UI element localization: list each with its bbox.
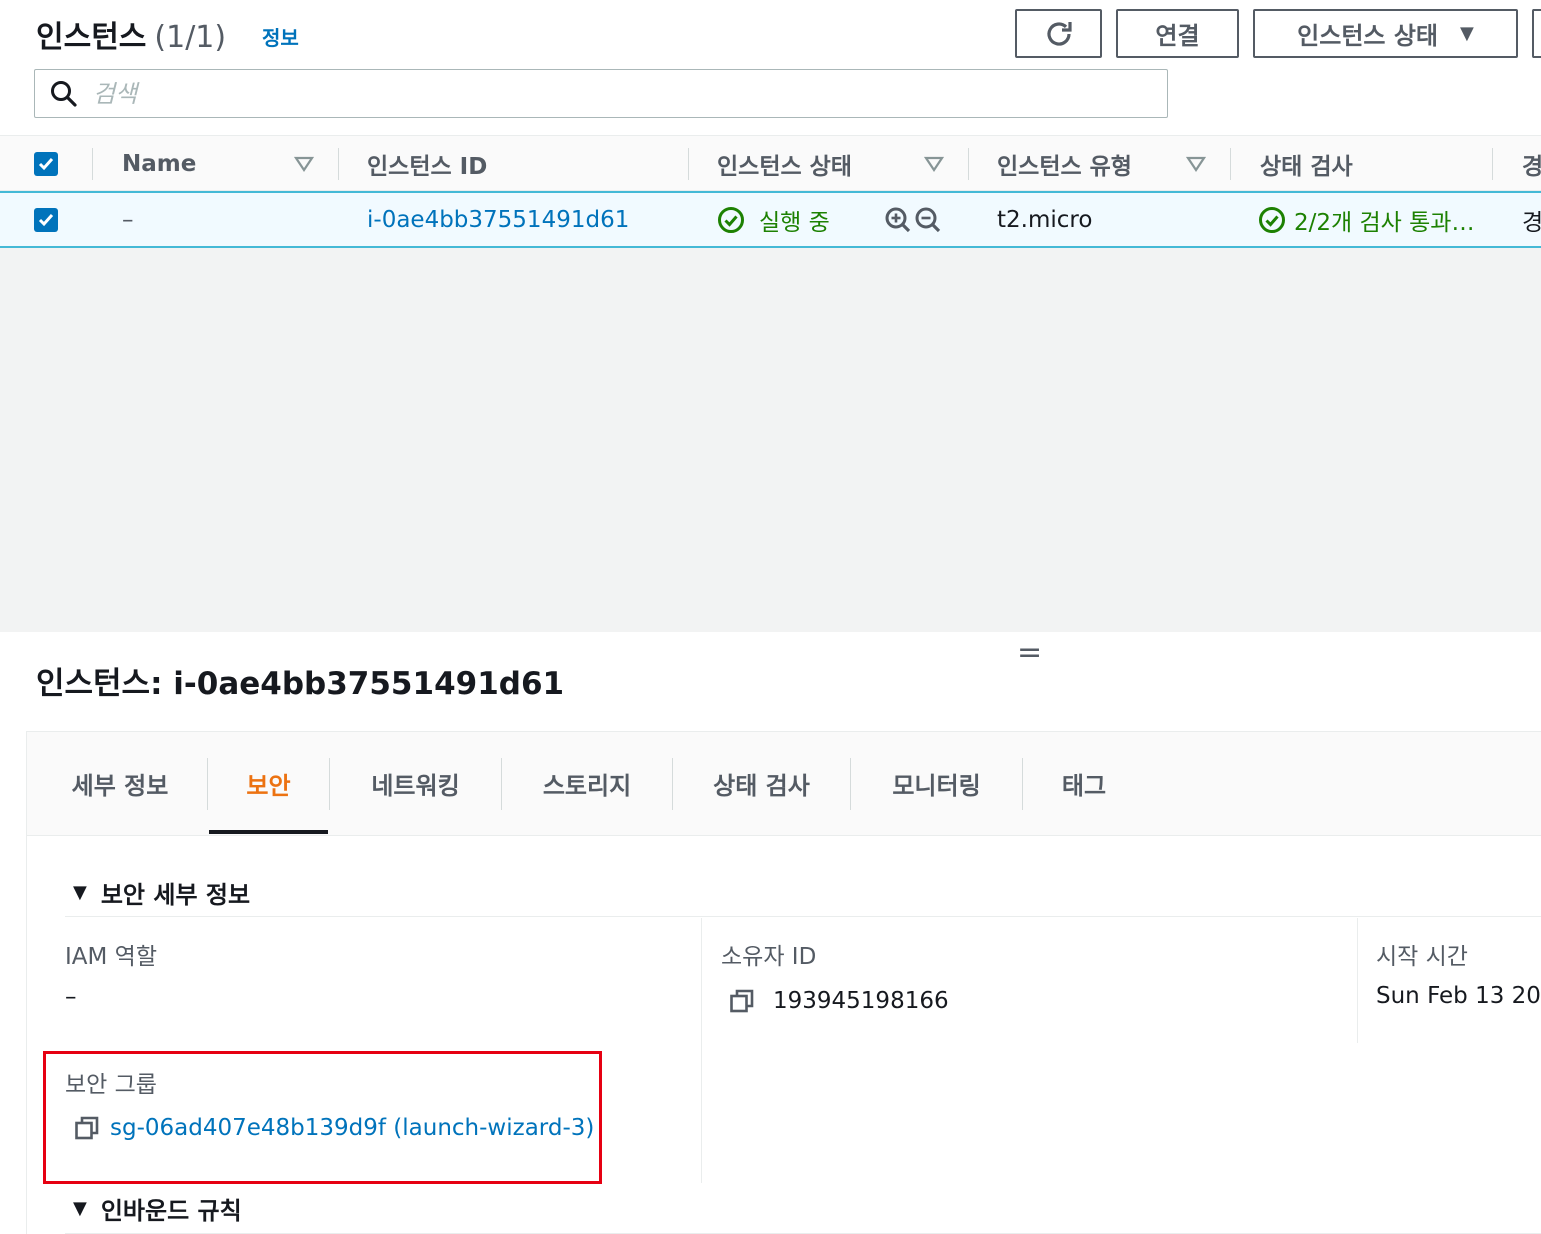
- instance-state-label: 인스턴스 상태: [1297, 22, 1438, 50]
- actions-button[interactable]: [1532, 9, 1541, 58]
- iam-role-value: –: [65, 984, 77, 1010]
- column-status-check[interactable]: 상태 검사: [1260, 136, 1353, 191]
- inbound-rules-heading: 인바운드 규칙: [100, 1197, 242, 1225]
- column-instance-state[interactable]: 인스턴스 상태: [717, 136, 852, 191]
- owner-id-label: 소유자 ID: [721, 944, 817, 970]
- cell-instance-state: 실행 중: [717, 193, 830, 246]
- checkmark-icon: [38, 158, 54, 171]
- table-row[interactable]: – i-0ae4bb37551491d61 실행 중 t2.micro 2/2개…: [0, 191, 1541, 248]
- checkmark-icon: [38, 214, 54, 227]
- launch-time-label: 시작 시간: [1376, 944, 1468, 970]
- collapse-triangle-icon: ▼: [73, 1198, 87, 1219]
- inbound-rules-toggle[interactable]: ▼ 인바운드 규칙: [73, 1191, 242, 1226]
- tab-monitoring[interactable]: 모니터링: [851, 732, 1022, 834]
- refresh-icon: [1046, 21, 1072, 46]
- connect-button[interactable]: 연결: [1116, 9, 1239, 58]
- copy-icon[interactable]: [729, 988, 755, 1014]
- column-name[interactable]: Name: [122, 136, 196, 191]
- instance-state-text: 실행 중: [759, 209, 830, 236]
- instance-state-button[interactable]: 인스턴스 상태 ▼: [1253, 9, 1518, 58]
- check-circle-icon: [718, 206, 744, 233]
- tab-security[interactable]: 보안: [209, 732, 328, 834]
- instances-panel: 인스턴스(1/1) 정보 연결 인스턴스 상태 ▼ Name: [0, 0, 1541, 632]
- state-filter-actions: [884, 193, 942, 246]
- table-header: Name 인스턴스 ID 인스턴스 상태 인스턴스 유형 상태 검사 경: [0, 135, 1541, 191]
- tab-details[interactable]: 세부 정보: [41, 732, 199, 834]
- security-details-toggle[interactable]: ▼ 보안 세부 정보: [73, 875, 250, 910]
- cell-status-check: 2/2개 검사 통과…: [1258, 193, 1474, 246]
- zoom-out-icon[interactable]: [914, 206, 942, 234]
- collapse-triangle-icon: ▼: [73, 882, 87, 903]
- status-check-text: 2/2개 검사 통과…: [1294, 209, 1475, 236]
- launch-time-value: Sun Feb 13 202: [1376, 983, 1541, 1009]
- page-title: 인스턴스 (1/1): [36, 20, 227, 55]
- iam-role-label: IAM 역할: [65, 944, 157, 970]
- zoom-in-icon[interactable]: [884, 206, 912, 234]
- instance-count: (1/1): [154, 20, 227, 55]
- tab-bar: 세부 정보 보안 네트워킹 스토리지 상태 검사 모니터링 태그: [27, 732, 1541, 836]
- details-title: 인스턴스: i-0ae4bb37551491d61: [36, 666, 565, 702]
- instances-header: 인스턴스 (1/1) 정보 연결 인스턴스 상태 ▼: [0, 0, 1541, 135]
- sort-triangle-icon[interactable]: [1186, 136, 1206, 191]
- active-tab-indicator: [209, 830, 328, 834]
- cell-name: –: [122, 206, 134, 233]
- cell-alarm: 경: [1522, 209, 1541, 236]
- tab-tags[interactable]: 태그: [1023, 732, 1145, 834]
- search-icon: [51, 81, 77, 107]
- owner-id-value: 193945198166: [729, 988, 949, 1014]
- annotation-highlight-box: [43, 1051, 602, 1184]
- select-all-checkbox[interactable]: [34, 152, 58, 176]
- tab-status-checks[interactable]: 상태 검사: [673, 732, 850, 834]
- check-circle-icon: [1259, 206, 1285, 233]
- cell-instance-id-link[interactable]: i-0ae4bb37551491d61: [367, 193, 629, 246]
- cell-instance-type: t2.micro: [997, 206, 1093, 233]
- tab-storage[interactable]: 스토리지: [502, 732, 672, 834]
- column-instance-type[interactable]: 인스턴스 유형: [997, 136, 1132, 191]
- refresh-button[interactable]: [1015, 9, 1102, 58]
- search-input[interactable]: [93, 76, 1153, 112]
- caret-down-icon: ▼: [1460, 23, 1474, 44]
- column-instance-id[interactable]: 인스턴스 ID: [367, 136, 487, 191]
- search-bar: [34, 69, 1168, 118]
- info-link[interactable]: 정보: [262, 22, 299, 51]
- tab-networking[interactable]: 네트워킹: [330, 732, 501, 834]
- sort-triangle-icon[interactable]: [924, 136, 944, 191]
- row-checkbox[interactable]: [34, 208, 58, 232]
- resize-handle[interactable]: =: [1017, 638, 1042, 668]
- security-details-heading: 보안 세부 정보: [100, 881, 251, 909]
- sort-triangle-icon[interactable]: [294, 136, 314, 191]
- column-alarm[interactable]: 경: [1522, 136, 1541, 191]
- owner-id-text: 193945198166: [773, 988, 949, 1014]
